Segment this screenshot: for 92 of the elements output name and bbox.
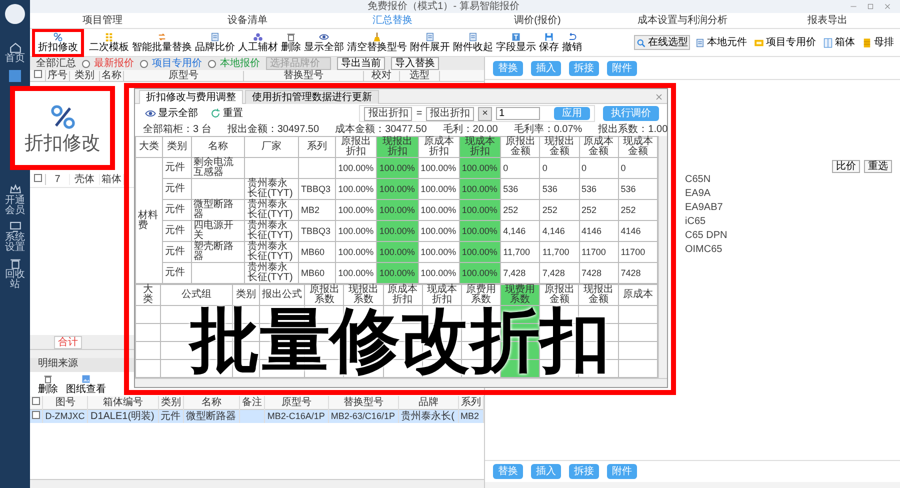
table-cell: 100.00% (338, 162, 374, 172)
table-cell: 11700 (620, 246, 646, 256)
table-cell: 贵州泰永长征(TYT) (247, 262, 293, 283)
table-cell: 11,700 (503, 246, 530, 256)
table-cell: 536 (582, 184, 597, 194)
summary-text: 毛利率：0.07% (514, 124, 582, 134)
panel-title: 明细来源 (38, 358, 78, 369)
table-cell: 100.00% (338, 184, 374, 194)
table-cell: 元件 (164, 267, 185, 278)
table-cell: 贵州泰永长征(TYT) (247, 199, 293, 220)
table-cell: 元件 (164, 183, 185, 194)
table-cell: 元件 (164, 204, 185, 215)
table-cell: 材料费 (138, 210, 158, 230)
table-cell: 100.00% (420, 246, 456, 256)
table-cell: 100.00% (338, 204, 374, 214)
table-cell: 7,428 (542, 268, 565, 278)
table-cell: MB60 (300, 268, 324, 278)
table-cell: 252 (620, 204, 636, 214)
table-cell: 100.00% (338, 246, 374, 256)
table-cell: 0 (542, 162, 548, 172)
window-title: 免费报价（模式1）- 算易智能报价 (366, 2, 520, 12)
table-cell: 100.00% (462, 246, 498, 256)
table-cell: 252 (542, 204, 558, 214)
table-cell: 536 (620, 184, 636, 194)
filter-label: 全部汇总 (36, 58, 76, 68)
table-cell: 252 (503, 204, 518, 214)
table-cell: 11,700 (542, 246, 570, 256)
table-cell: 11700 (582, 246, 606, 256)
table-cell: MB2-C16A/1P (267, 410, 325, 421)
table-cell: TBBQ3 (300, 226, 330, 236)
table-cell: 7428 (582, 268, 602, 278)
table-cell: 0 (503, 162, 508, 172)
table-cell: 100.00% (379, 204, 415, 214)
table-cell: 剩余电流互感器 (194, 157, 234, 178)
table-cell: 100.00% (379, 184, 415, 194)
table-cell: 100.00% (420, 184, 456, 194)
summary-text: 成本金额：30477.50 (335, 124, 427, 134)
table-cell: 贵州泰永长征(TYT) (247, 220, 293, 241)
table-cell: 贵州泰永长征(TYT) (247, 241, 293, 262)
table-cell: 微型断路器 (186, 411, 236, 422)
table-cell: 100.00% (462, 226, 498, 236)
table-cell: 100.00% (420, 226, 456, 236)
table-cell: MB2 (300, 204, 320, 214)
table-cell: 元件 (164, 225, 185, 236)
table-cell: D-ZMJXC (45, 410, 85, 421)
table-cell: D1ALE1(明装) (90, 411, 154, 422)
equals-sign: = (416, 108, 422, 120)
table-cell: 100.00% (462, 162, 498, 172)
table-cell: 元件 (164, 246, 185, 257)
table-cell: 箱体 (100, 174, 124, 186)
table-cell: 四电源开关 (194, 220, 234, 241)
callout-label: 折扣修改 (24, 134, 100, 153)
table-cell: 4,146 (503, 226, 526, 236)
table-cell: 0 (582, 162, 587, 172)
table-cell: 100.00% (420, 162, 456, 172)
table-cell: TBBQ3 (300, 184, 330, 194)
summary-text: 报出系数：1.00 (598, 124, 668, 134)
table-cell: 0 (620, 162, 626, 172)
table-cell: 100.00% (338, 268, 374, 278)
table-cell: MB2 (460, 410, 480, 421)
table-cell: 536 (503, 184, 518, 194)
table-cell: 贵州泰永长征(TYT) (247, 178, 293, 199)
table-cell: 4,146 (542, 226, 565, 236)
table-cell: 7428 (620, 268, 641, 278)
table-cell: 100.00% (420, 268, 456, 278)
table-cell: 100.00% (420, 204, 456, 214)
table-cell: 100.00% (462, 184, 498, 194)
table-cell: 7,428 (503, 268, 526, 278)
table-cell: 7 (46, 174, 70, 186)
total-label: 合计 (54, 336, 82, 348)
table-cell: MB60 (300, 246, 324, 256)
table-cell: 4146 (620, 226, 641, 236)
table-cell: 100.00% (462, 268, 498, 278)
table-cell: 252 (582, 204, 597, 214)
table-cell: 100.00% (379, 226, 415, 236)
table-cell: 100.00% (379, 162, 415, 172)
table-cell: 塑壳断路器 (194, 241, 234, 262)
table-cell: 壳体 (70, 174, 100, 186)
table-cell: 元件 (164, 162, 185, 173)
table-cell: 100.00% (462, 204, 498, 214)
table-cell: 4146 (582, 226, 602, 236)
table-cell: MB2-63/C16/1P (330, 410, 395, 421)
summary-text: 毛利：20.00 (442, 124, 498, 134)
summary-text: 全部箱柜：3 台 (143, 124, 212, 134)
table-cell: 微型断路器 (194, 199, 234, 220)
table-cell: 100.00% (379, 246, 415, 256)
table-cell: 100.00% (379, 268, 415, 278)
table-cell: 元件 (160, 411, 181, 422)
table-cell: 贵州泰永长( (401, 411, 454, 422)
table-cell: 536 (542, 184, 558, 194)
summary-text: 报出金额：30497.50 (227, 124, 320, 134)
table-cell: 100.00% (338, 226, 374, 236)
